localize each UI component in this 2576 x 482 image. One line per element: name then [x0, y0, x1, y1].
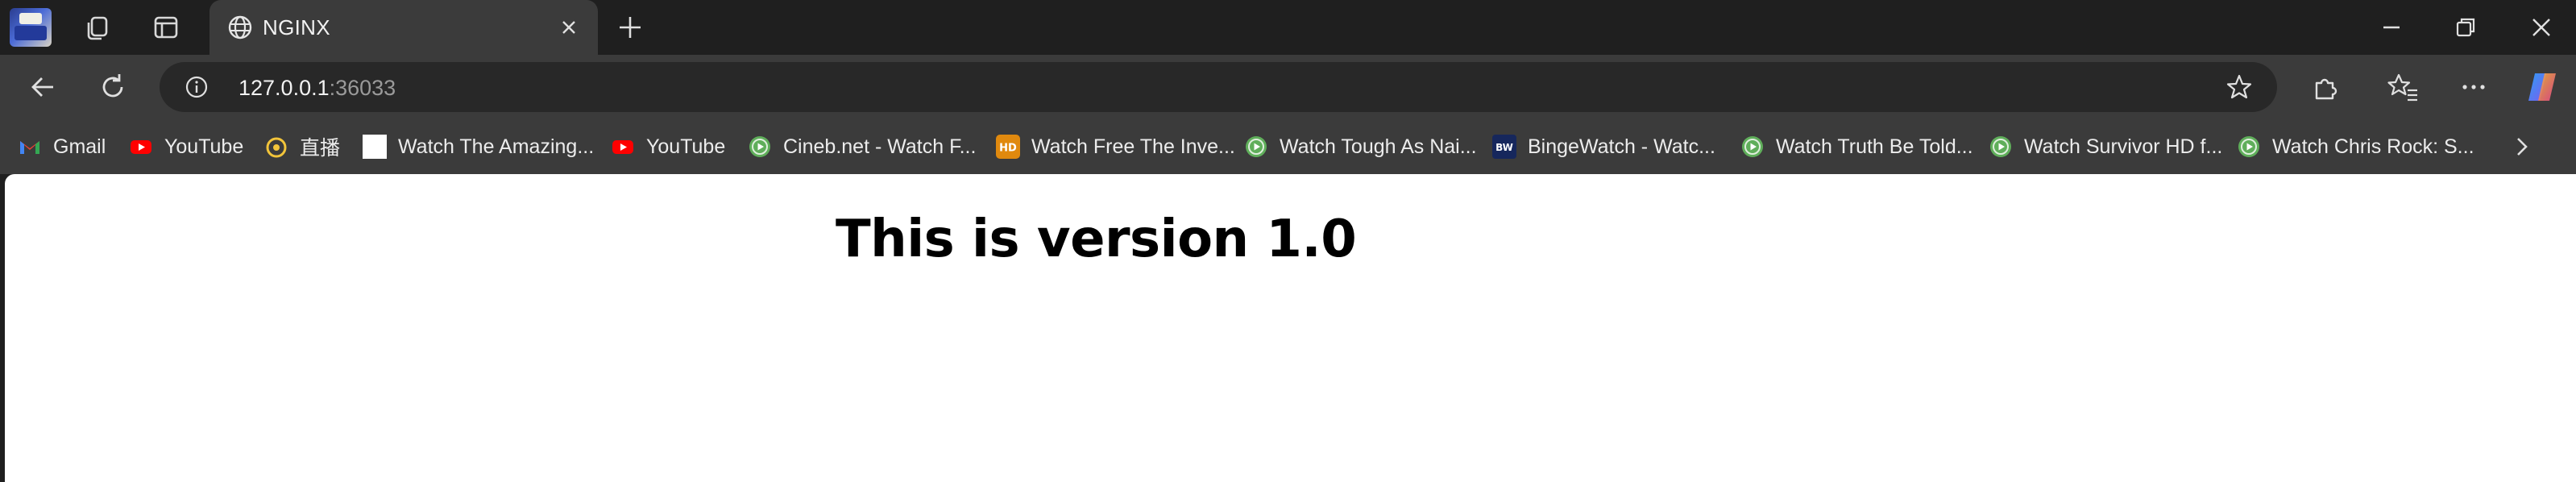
bookmark-watch-truth-be-told[interactable]: Watch Truth Be Told... [1740, 132, 1973, 161]
profile-avatar-detail [19, 13, 42, 24]
bookmark-label: Watch Truth Be Told... [1776, 135, 1973, 158]
bookmark-label: YouTube [646, 135, 726, 158]
profile-avatar-detail [15, 26, 47, 40]
bookmark-watch-the-amazing[interactable]: Watch The Amazing... [363, 132, 594, 161]
bookmark-label: Watch Chris Rock: S... [2272, 135, 2474, 158]
bookmark-label: Watch Tough As Nai... [1280, 135, 1477, 158]
chevron-right-icon[interactable] [2506, 131, 2538, 163]
title-bar: NGINX [0, 0, 2576, 55]
bookmark-watch-tough-as-nai[interactable]: Watch Tough As Nai... [1244, 132, 1477, 161]
tab-actions-icon[interactable] [150, 11, 182, 44]
bingewatch-icon: BW [1492, 135, 1516, 159]
url-host: 127.0.0.1 [239, 76, 330, 100]
play-circle-icon [1990, 136, 2011, 157]
navigation-toolbar: 127.0.0.1:36033 [0, 55, 2576, 119]
tab-nginx[interactable]: NGINX [209, 0, 598, 55]
bookmark-label: 直播 [300, 137, 341, 160]
bookmark-label: Cineb.net - Watch F... [783, 135, 977, 158]
address-bar[interactable]: 127.0.0.1:36033 [160, 62, 2277, 112]
hd-icon: HD [996, 135, 1020, 159]
bookmark-live-stream[interactable]: 直播 [264, 132, 340, 161]
bookmark-cineb[interactable]: Cineb.net - Watch F... [748, 132, 976, 161]
bookmark-label: Watch The Amazing... [398, 135, 595, 158]
copilot-icon[interactable] [2524, 69, 2561, 106]
play-circle-icon [749, 136, 770, 157]
refresh-icon[interactable] [97, 71, 129, 103]
live-stream-icon [266, 137, 287, 158]
play-circle-icon [1742, 136, 1763, 157]
back-icon[interactable] [27, 71, 60, 103]
bookmark-watch-chris-rock[interactable]: Watch Chris Rock: S... [2237, 132, 2474, 161]
play-circle-icon [1246, 136, 1267, 157]
bookmark-label: YouTube [164, 135, 244, 158]
bookmark-watch-survivor[interactable]: Watch Survivor HD f... [1989, 132, 2222, 161]
close-tab-icon[interactable] [556, 15, 582, 40]
play-circle-icon [2238, 136, 2259, 157]
page-heading: This is version 1.0 [836, 210, 1357, 269]
url-text[interactable]: 127.0.0.1:36033 [239, 76, 396, 101]
youtube-icon [131, 140, 151, 154]
bookmarks-bar: Gmail YouTube 直播 Watch The Amazing... Yo… [0, 119, 2576, 174]
close-window-icon[interactable] [2525, 11, 2557, 44]
profile-avatar[interactable] [10, 8, 52, 47]
svg-text:HD: HD [999, 143, 1017, 155]
gmail-icon [20, 141, 39, 154]
more-options-icon[interactable] [2458, 71, 2490, 103]
svg-text:BW: BW [1495, 142, 1513, 153]
minimize-icon[interactable] [2375, 11, 2408, 44]
new-tab-icon[interactable] [614, 11, 646, 44]
bookmark-label: Watch Free The Inve... [1031, 135, 1235, 158]
url-port: :36033 [329, 76, 396, 100]
favorite-star-icon[interactable] [2225, 73, 2253, 101]
bookmark-label: BingeWatch - Watc... [1528, 135, 1715, 158]
page-viewport: This is version 1.0 [5, 174, 2576, 482]
favorites-icon[interactable] [2387, 71, 2419, 103]
youtube-icon [612, 140, 633, 154]
tab-title: NGINX [263, 15, 330, 39]
bookmark-label: Watch Survivor HD f... [2024, 135, 2223, 158]
extensions-icon[interactable] [2309, 71, 2342, 103]
bookmark-bingewatch[interactable]: BW BingeWatch - Watc... [1492, 132, 1715, 161]
workspaces-icon[interactable] [82, 11, 114, 44]
globe-icon [228, 15, 252, 39]
bookmark-label: Gmail [53, 135, 106, 158]
bookmark-youtube-2[interactable]: YouTube [611, 132, 725, 161]
bookmark-watch-free-the-inve[interactable]: HD Watch Free The Inve... [996, 132, 1235, 161]
blank-page-icon [363, 135, 387, 159]
bookmark-gmail[interactable]: Gmail [18, 132, 106, 161]
restore-icon[interactable] [2449, 11, 2482, 44]
site-info-icon[interactable] [184, 74, 209, 100]
bookmark-youtube[interactable]: YouTube [129, 132, 243, 161]
